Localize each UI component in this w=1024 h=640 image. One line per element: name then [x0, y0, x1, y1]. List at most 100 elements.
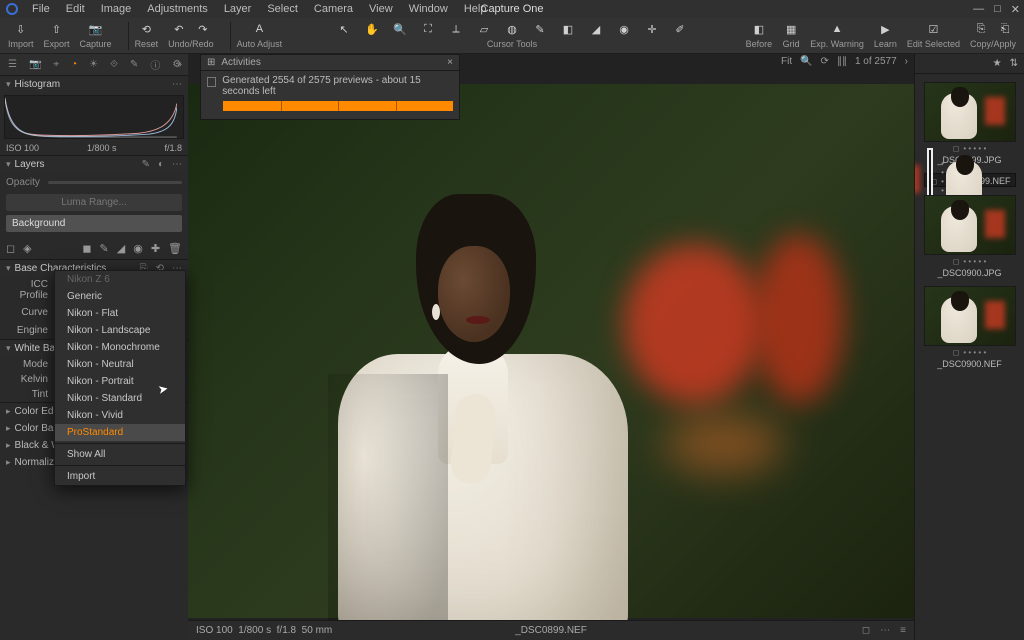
tab-meta-icon[interactable]: ⓘ — [150, 57, 160, 72]
histogram-title: Histogram — [15, 79, 164, 90]
menubar: File Edit Image Adjustments Layer Select… — [0, 0, 1024, 18]
pointer-icon[interactable]: ↖ — [335, 20, 353, 38]
thumb-item[interactable]: ◻• • • • • _DSC0899.NEF — [924, 173, 1016, 187]
tab-lens-icon[interactable]: ⌖ — [53, 59, 59, 70]
crop-icon[interactable]: ⛶ — [419, 20, 437, 38]
dropdown-item-hover[interactable]: ProStandard — [55, 424, 185, 441]
pause-icon[interactable]: ∥∥ — [837, 56, 847, 67]
layer-move-icon[interactable]: ◈ — [23, 242, 31, 255]
tab-capture-icon[interactable]: 📷 — [29, 59, 41, 70]
viewer-image[interactable] — [188, 84, 914, 618]
layer-background[interactable]: Background — [6, 215, 182, 232]
thumb-item[interactable]: ◻• • • • • _DSC0900.NEF — [924, 286, 1016, 369]
tab-library-icon[interactable]: ☰ — [8, 59, 17, 70]
menu-window[interactable]: Window — [401, 1, 456, 17]
opacity-slider[interactable] — [48, 181, 182, 184]
dropdown-item[interactable]: Nikon - Vivid — [55, 407, 185, 424]
thumb-item[interactable]: ◻• • • • • _DSC0899.JPG — [924, 82, 1016, 165]
layer-radial-icon[interactable]: ◉ — [133, 242, 143, 255]
layer-new-filled-icon[interactable]: ◼ — [82, 242, 91, 255]
straighten-icon[interactable]: ⟂ — [447, 20, 465, 38]
maximize-icon[interactable]: □ — [994, 3, 1001, 16]
layer-delete-icon[interactable]: 🗑 — [168, 242, 182, 255]
refresh-icon[interactable]: ⟳ — [821, 56, 829, 67]
panel-menu-icon[interactable]: ⋯ — [172, 79, 182, 90]
menu-camera[interactable]: Camera — [306, 1, 361, 17]
menu-layer[interactable]: Layer — [216, 1, 260, 17]
dropdown-item[interactable]: Nikon - Landscape — [55, 322, 185, 339]
tab-color-icon[interactable]: ◔ — [71, 59, 77, 70]
before-group[interactable]: ◧Before — [746, 20, 773, 49]
mask-icon[interactable]: ◐ — [158, 159, 164, 170]
sort-icon[interactable]: ⇅ — [1010, 58, 1018, 69]
layer-heal-icon[interactable]: ✚ — [151, 242, 160, 255]
chevron-down-icon[interactable]: ▾ — [6, 343, 11, 354]
import-group[interactable]: ⇩ Import — [8, 20, 34, 49]
loupe-icon[interactable]: 🔍 — [391, 20, 409, 38]
close-window-icon[interactable]: ✕ — [1011, 3, 1020, 16]
brush-icon[interactable]: ✎ — [142, 159, 150, 170]
panel-menu-icon[interactable]: ⋯ — [172, 159, 182, 170]
copyapply-group[interactable]: ⎘⎗Copy/Apply — [970, 20, 1016, 49]
layer-brush-icon[interactable]: ✎ — [100, 242, 109, 255]
menu-file[interactable]: File — [24, 1, 58, 17]
dropdown-item[interactable]: Nikon - Monochrome — [55, 339, 185, 356]
radial-icon[interactable]: ◉ — [615, 20, 633, 38]
tab-styles-icon[interactable]: ✎ — [130, 59, 138, 70]
activities-close-icon[interactable]: × — [447, 57, 453, 68]
activity-checkbox[interactable] — [207, 77, 216, 87]
learn-group[interactable]: ▶Learn — [874, 20, 897, 49]
menu-view[interactable]: View — [361, 1, 401, 17]
dropdown-import[interactable]: Import — [55, 468, 185, 485]
brush-icon[interactable]: ✎ — [531, 20, 549, 38]
browser-mode-icon[interactable]: ≡ — [900, 625, 906, 636]
layer-gradient-icon[interactable]: ◢ — [117, 242, 125, 255]
dropdown-separator — [55, 465, 185, 466]
dropdown-item[interactable]: Generic — [55, 288, 185, 305]
hist-aperture: f/1.8 — [164, 143, 182, 153]
chevron-right-icon[interactable]: › — [905, 56, 908, 67]
browser-toggle-icon[interactable]: ⋯ — [880, 625, 890, 636]
hand-icon[interactable]: ✋ — [363, 20, 381, 38]
editselected-icon: ☑ — [924, 20, 942, 38]
proof-icon[interactable]: ◻ — [862, 625, 870, 636]
chevron-down-icon[interactable]: ▾ — [6, 159, 11, 170]
thumb-item[interactable]: ◻• • • • • _DSC0900.JPG — [924, 195, 1016, 278]
capture-group[interactable]: 📷 Capture — [80, 20, 112, 49]
toolbar-separator — [230, 22, 231, 50]
tab-exposure-icon[interactable]: ☀ — [89, 59, 98, 70]
gradient-icon[interactable]: ◢ — [587, 20, 605, 38]
tool-tabs-more-icon[interactable]: » — [176, 59, 182, 70]
undoredo-group[interactable]: ↶↷ Undo/Redo — [168, 20, 214, 49]
chevron-down-icon[interactable]: ▾ — [6, 263, 11, 274]
mouse-cursor-icon: ➤ — [157, 381, 169, 397]
filter-toggle-icon[interactable]: Fit — [781, 56, 792, 67]
menu-adjustments[interactable]: Adjustments — [139, 1, 216, 17]
chevron-down-icon[interactable]: ▾ — [6, 79, 11, 90]
minimize-icon[interactable]: — — [973, 3, 984, 16]
rating-filter-icon[interactable]: ★ — [993, 58, 1002, 69]
dropdown-item[interactable]: Nikon - Flat — [55, 305, 185, 322]
dropdown-showall[interactable]: Show All — [55, 446, 185, 463]
keystone-icon[interactable]: ▱ — [475, 20, 493, 38]
expwarning-group[interactable]: ▲Exp. Warning — [810, 20, 864, 49]
spot-icon[interactable]: ◍ — [503, 20, 521, 38]
export-group[interactable]: ⇧ Export — [44, 20, 70, 49]
search-icon[interactable]: 🔍 — [800, 56, 812, 67]
dropdown-item[interactable]: Nikon - Neutral — [55, 356, 185, 373]
layer-view-icon[interactable]: ◻ — [6, 242, 15, 255]
luma-range-button[interactable]: Luma Range... — [6, 194, 182, 211]
activities-icon: ⊞ — [207, 57, 215, 68]
editselected-group[interactable]: ☑Edit Selected — [907, 20, 960, 49]
grid-group[interactable]: ▦Grid — [782, 20, 800, 49]
autoadjust-group[interactable]: A Auto Adjust — [237, 20, 283, 49]
annotate-icon[interactable]: ✐ — [671, 20, 689, 38]
menu-select[interactable]: Select — [259, 1, 306, 17]
reset-group[interactable]: ⟲ Reset — [135, 20, 159, 49]
picker-icon[interactable]: ✛ — [643, 20, 661, 38]
tab-details-icon[interactable]: ⟐ — [110, 59, 118, 70]
menu-help[interactable]: Help — [456, 1, 495, 17]
menu-edit[interactable]: Edit — [58, 1, 93, 17]
menu-image[interactable]: Image — [93, 1, 140, 17]
eraser-icon[interactable]: ◧ — [559, 20, 577, 38]
